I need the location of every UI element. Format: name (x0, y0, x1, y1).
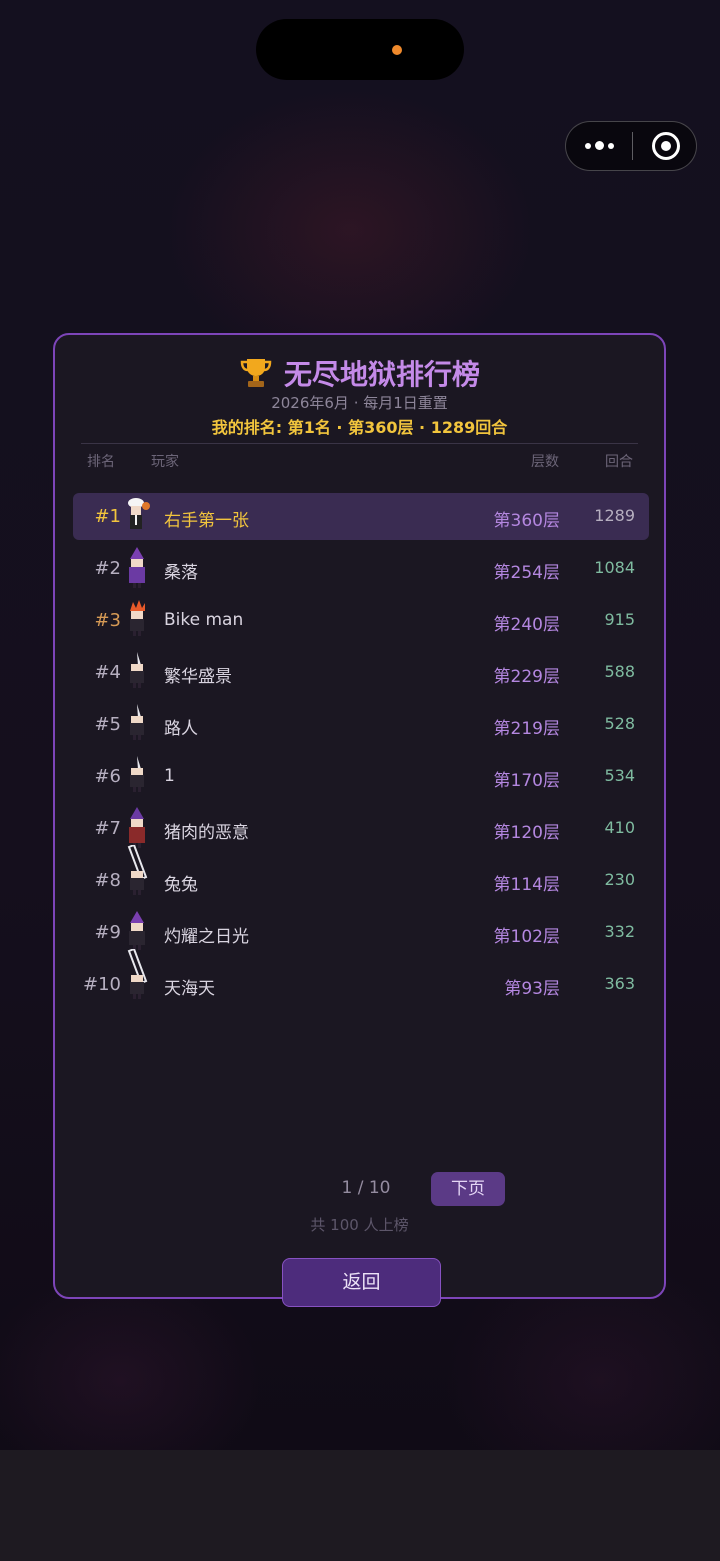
bottom-safe-area (0, 1450, 720, 1561)
table-row[interactable]: #7 猪肉的恶意 第120层 410 (73, 805, 649, 852)
turns-cell: 588 (604, 662, 635, 681)
big-sword-avatar-icon (125, 843, 151, 901)
table-row[interactable]: #3 Bike man 第240层 915 (73, 597, 649, 644)
table-row[interactable]: #4 繁华盛景 第229层 588 (73, 649, 649, 696)
column-header-floor: 层数 (531, 454, 559, 470)
close-miniprogram-icon[interactable] (652, 132, 680, 160)
rank-cell: #5 (94, 714, 121, 735)
floor-cell: 第170层 (493, 771, 560, 791)
column-header-player: 玩家 (151, 454, 179, 470)
rank-cell: #4 (94, 662, 121, 683)
column-header-rank: 排名 (87, 454, 115, 470)
season-subtitle: 2026年6月 · 每月1日重置 (271, 394, 448, 412)
player-name: 1 (164, 766, 175, 786)
floor-cell: 第102层 (493, 927, 560, 947)
rank-cell: #1 (94, 506, 121, 527)
rank-cell: #6 (94, 766, 121, 787)
turns-cell: 915 (604, 610, 635, 629)
next-page-button[interactable]: 下页 (431, 1172, 505, 1206)
player-name: 繁华盛景 (164, 667, 232, 687)
miniprogram-capsule (565, 121, 697, 171)
player-name: Bike man (164, 610, 244, 630)
camera-notch (256, 19, 464, 80)
player-name: 路人 (164, 719, 198, 739)
table-row[interactable]: #2 桑落 第254层 1084 (73, 545, 649, 592)
turns-cell: 1084 (594, 558, 635, 577)
camera-indicator-dot (392, 45, 402, 55)
more-options-icon[interactable] (582, 122, 632, 170)
rank-cell: #10 (83, 974, 121, 995)
sword-avatar-icon (125, 703, 151, 747)
rank-cell: #2 (94, 558, 121, 579)
floor-cell: 第114层 (493, 875, 560, 895)
my-rank-summary: 我的排名: 第1名 · 第360层 · 1289回合 (211, 418, 508, 437)
player-name: 桑落 (164, 563, 198, 583)
title-row: 无尽地狱排行榜 (55, 353, 664, 393)
column-header-turns: 回合 (605, 454, 633, 470)
rank-cell: #3 (94, 610, 121, 631)
table-row[interactable]: #8 兔兔 第114层 230 (73, 843, 649, 904)
turns-cell: 410 (604, 818, 635, 837)
rank-cell: #8 (94, 870, 121, 891)
sword-avatar-icon (125, 651, 151, 695)
floor-cell: 第219层 (493, 719, 560, 739)
player-name: 灼耀之日光 (164, 927, 249, 947)
back-button[interactable]: 返回 (282, 1258, 441, 1307)
leaderboard-panel: 无尽地狱排行榜 2026年6月 · 每月1日重置 我的排名: 第1名 · 第36… (53, 333, 666, 1307)
page-title: 无尽地狱排行榜 (284, 358, 481, 391)
player-name: 猪肉的恶意 (164, 823, 249, 843)
capsule-divider (632, 132, 633, 160)
floor-cell: 第93层 (504, 979, 560, 999)
turns-cell: 332 (604, 922, 635, 941)
floor-cell: 第229层 (493, 667, 560, 687)
table-row[interactable]: #9 灼耀之日光 第102层 332 (73, 909, 649, 956)
turns-cell: 534 (604, 766, 635, 785)
player-name: 兔兔 (164, 875, 198, 895)
floor-cell: 第360层 (493, 511, 560, 531)
table-row[interactable]: #6 1 第170层 534 (73, 753, 649, 800)
rank-cell: #7 (94, 818, 121, 839)
turns-cell: 230 (604, 870, 635, 889)
purple-wizard-avatar-icon (125, 547, 151, 591)
player-name: 天海天 (164, 979, 215, 999)
floor-cell: 第254层 (493, 563, 560, 583)
trophy-icon (239, 357, 273, 389)
fire-hair-avatar-icon (125, 599, 151, 643)
big-sword-avatar-icon (125, 947, 151, 1005)
table-row[interactable]: #10 天海天 第93层 363 (73, 947, 649, 1008)
turns-cell: 1289 (594, 506, 635, 525)
turns-cell: 528 (604, 714, 635, 733)
sword-avatar-icon (125, 755, 151, 799)
header-divider (81, 443, 638, 444)
table-row[interactable]: #1 右手第一张 第360层 1289 (73, 493, 649, 540)
rank-cell: #9 (94, 922, 121, 943)
chef-hat-avatar-icon (125, 495, 151, 539)
floor-cell: 第120层 (493, 823, 560, 843)
floor-cell: 第240层 (493, 615, 560, 635)
player-name: 右手第一张 (164, 511, 249, 531)
total-count: 共 100 人上榜 (310, 1216, 409, 1234)
table-row[interactable]: #5 路人 第219层 528 (73, 701, 649, 748)
turns-cell: 363 (604, 974, 635, 993)
page-indicator: 1 / 10 (341, 1178, 391, 1198)
